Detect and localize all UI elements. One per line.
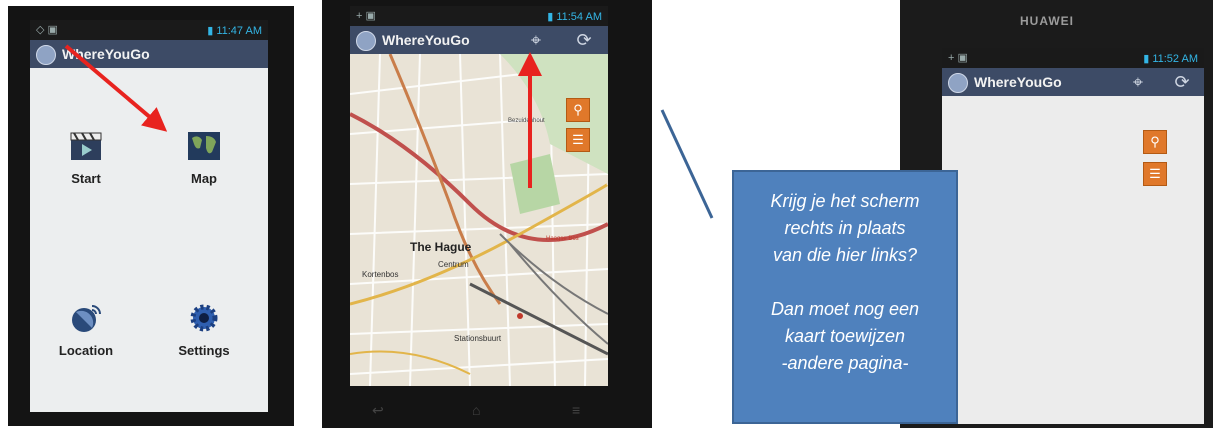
arrow-to-map-tile bbox=[64, 44, 168, 132]
callout-line-2: rechts in plaats bbox=[784, 218, 906, 238]
callout-line-6: -andere pagina- bbox=[781, 353, 909, 373]
instruction-callout: Krijg je het scherm rechts in plaats van… bbox=[732, 170, 958, 424]
annotation-arrows bbox=[64, 44, 714, 219]
callout-spacer bbox=[742, 269, 948, 296]
callout-line-5: kaart toewijzen bbox=[784, 326, 906, 346]
callout-line-1: Krijg je het scherm bbox=[770, 191, 920, 211]
callout-line-4: Dan moet nog een bbox=[770, 299, 920, 319]
divider-line bbox=[660, 109, 714, 219]
callout-line-3: van die hier links? bbox=[772, 245, 918, 265]
